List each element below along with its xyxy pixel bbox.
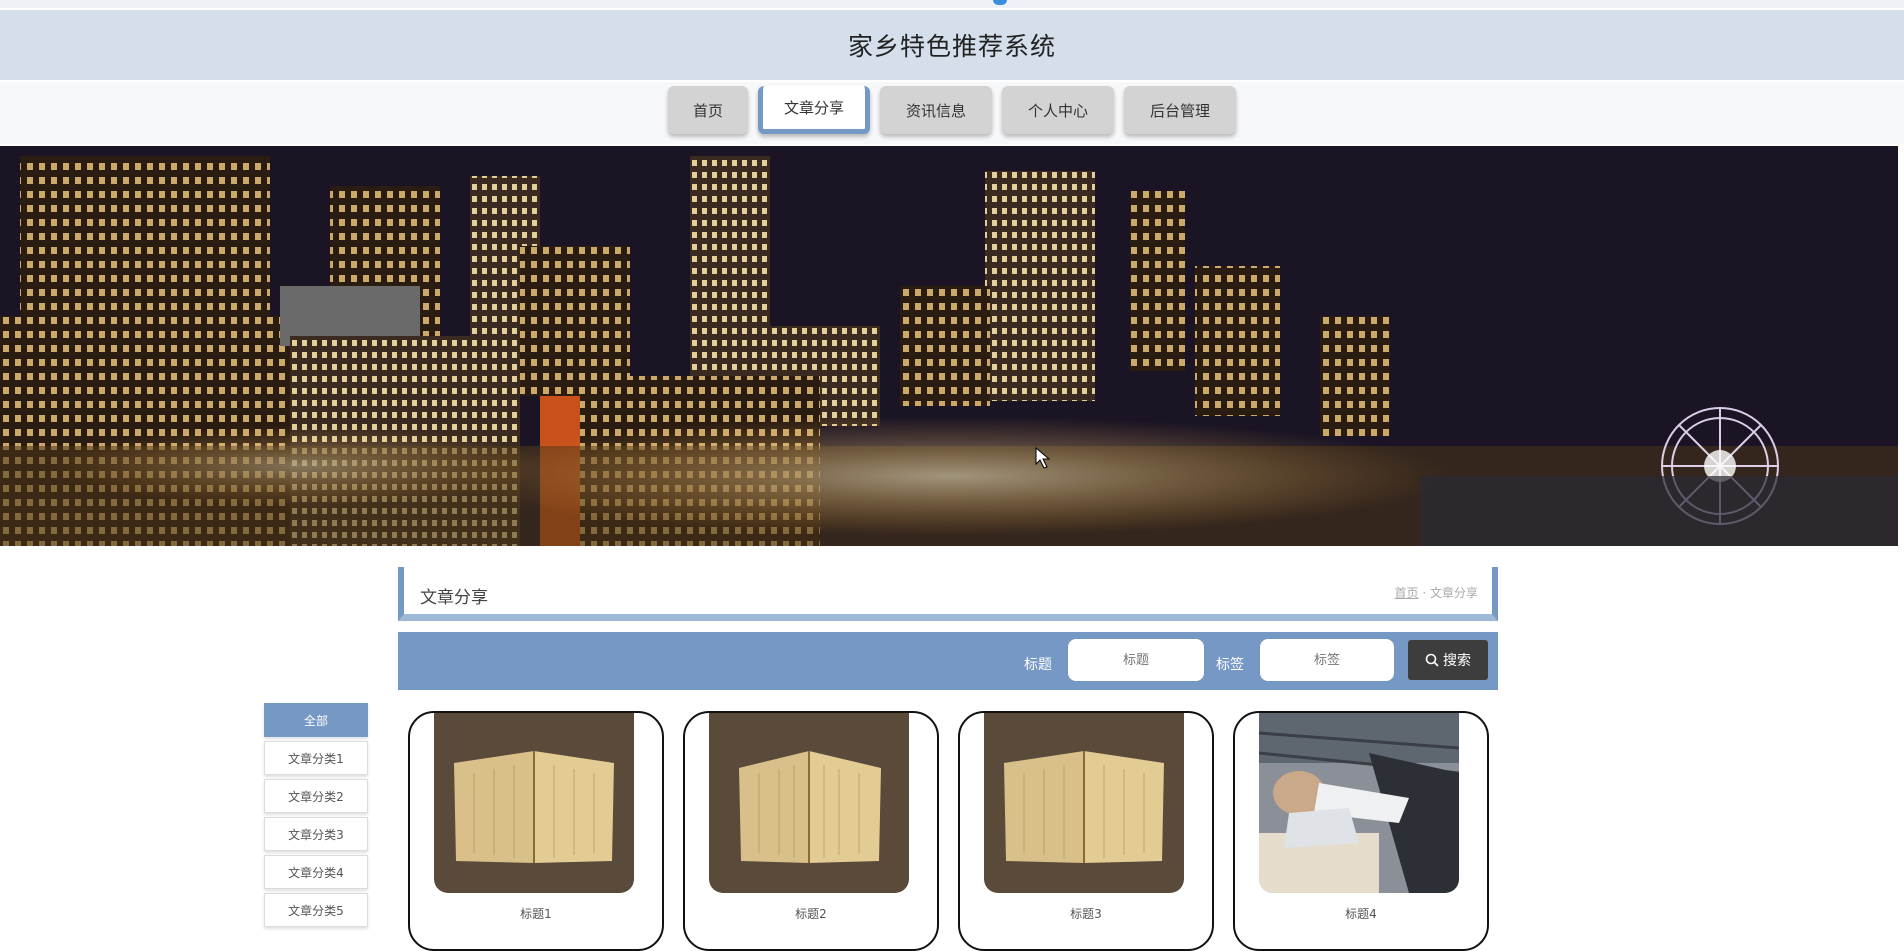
site-title: 家乡特色推荐系统: [847, 32, 1056, 61]
top-strip: [0, 0, 1904, 8]
nav-tab-profile[interactable]: 个人中心: [1002, 86, 1114, 134]
article-card-title: 标题2: [795, 907, 827, 921]
nav-tab-admin[interactable]: 后台管理: [1124, 86, 1236, 134]
category-item-2[interactable]: 文章分类2: [264, 779, 368, 813]
search-icon: [1425, 653, 1439, 667]
article-card-title: 标题4: [1345, 907, 1377, 921]
article-card-title: 标题1: [520, 907, 552, 921]
article-card[interactable]: 标题4: [1233, 711, 1489, 951]
city-skyline-image: [0, 146, 1898, 546]
main-nav: 首页 文章分享 资讯信息 个人中心 后台管理: [0, 82, 1904, 144]
category-item-4[interactable]: 文章分类4: [264, 855, 368, 889]
category-item-all[interactable]: 全部: [264, 703, 368, 737]
search-button-label: 搜索: [1443, 653, 1471, 669]
nav-tab-articles[interactable]: 文章分享: [758, 86, 870, 134]
section-title: 文章分享: [420, 588, 488, 608]
article-card[interactable]: 标题1: [408, 711, 664, 951]
search-button[interactable]: 搜索: [1408, 640, 1488, 680]
breadcrumb-home-link[interactable]: 首页: [1395, 586, 1419, 600]
open-book-image: [434, 713, 634, 893]
tag-filter-label: 标签: [1216, 657, 1244, 673]
breadcrumb: 首页 · 文章分享: [1395, 584, 1479, 601]
article-card-title: 标题3: [1070, 907, 1102, 921]
breadcrumb-separator: ·: [1422, 586, 1430, 600]
breadcrumb-current: 文章分享: [1429, 586, 1478, 600]
title-search-input[interactable]: [1068, 639, 1204, 681]
hero-banner: [0, 146, 1898, 546]
search-bar: 标题 标签 搜索: [398, 632, 1498, 690]
article-card[interactable]: 标题3: [958, 711, 1214, 951]
nav-tab-news[interactable]: 资讯信息: [880, 86, 992, 134]
category-item-3[interactable]: 文章分类3: [264, 817, 368, 851]
category-item-5[interactable]: 文章分类5: [264, 893, 368, 927]
library-reading-image: [1259, 713, 1459, 893]
title-filter-label: 标题: [1024, 657, 1052, 673]
category-item-1[interactable]: 文章分类1: [264, 741, 368, 775]
open-book-image: [709, 713, 909, 893]
tag-search-input[interactable]: [1260, 639, 1394, 681]
category-sidebar: 全部 文章分类1 文章分类2 文章分类3 文章分类4 文章分类5: [264, 703, 368, 931]
article-card[interactable]: 标题2: [683, 711, 939, 951]
section-header: 文章分享 首页 · 文章分享: [398, 567, 1498, 621]
site-header: 家乡特色推荐系统: [0, 10, 1904, 80]
nav-tab-home[interactable]: 首页: [668, 86, 748, 134]
open-book-image: [984, 713, 1184, 893]
